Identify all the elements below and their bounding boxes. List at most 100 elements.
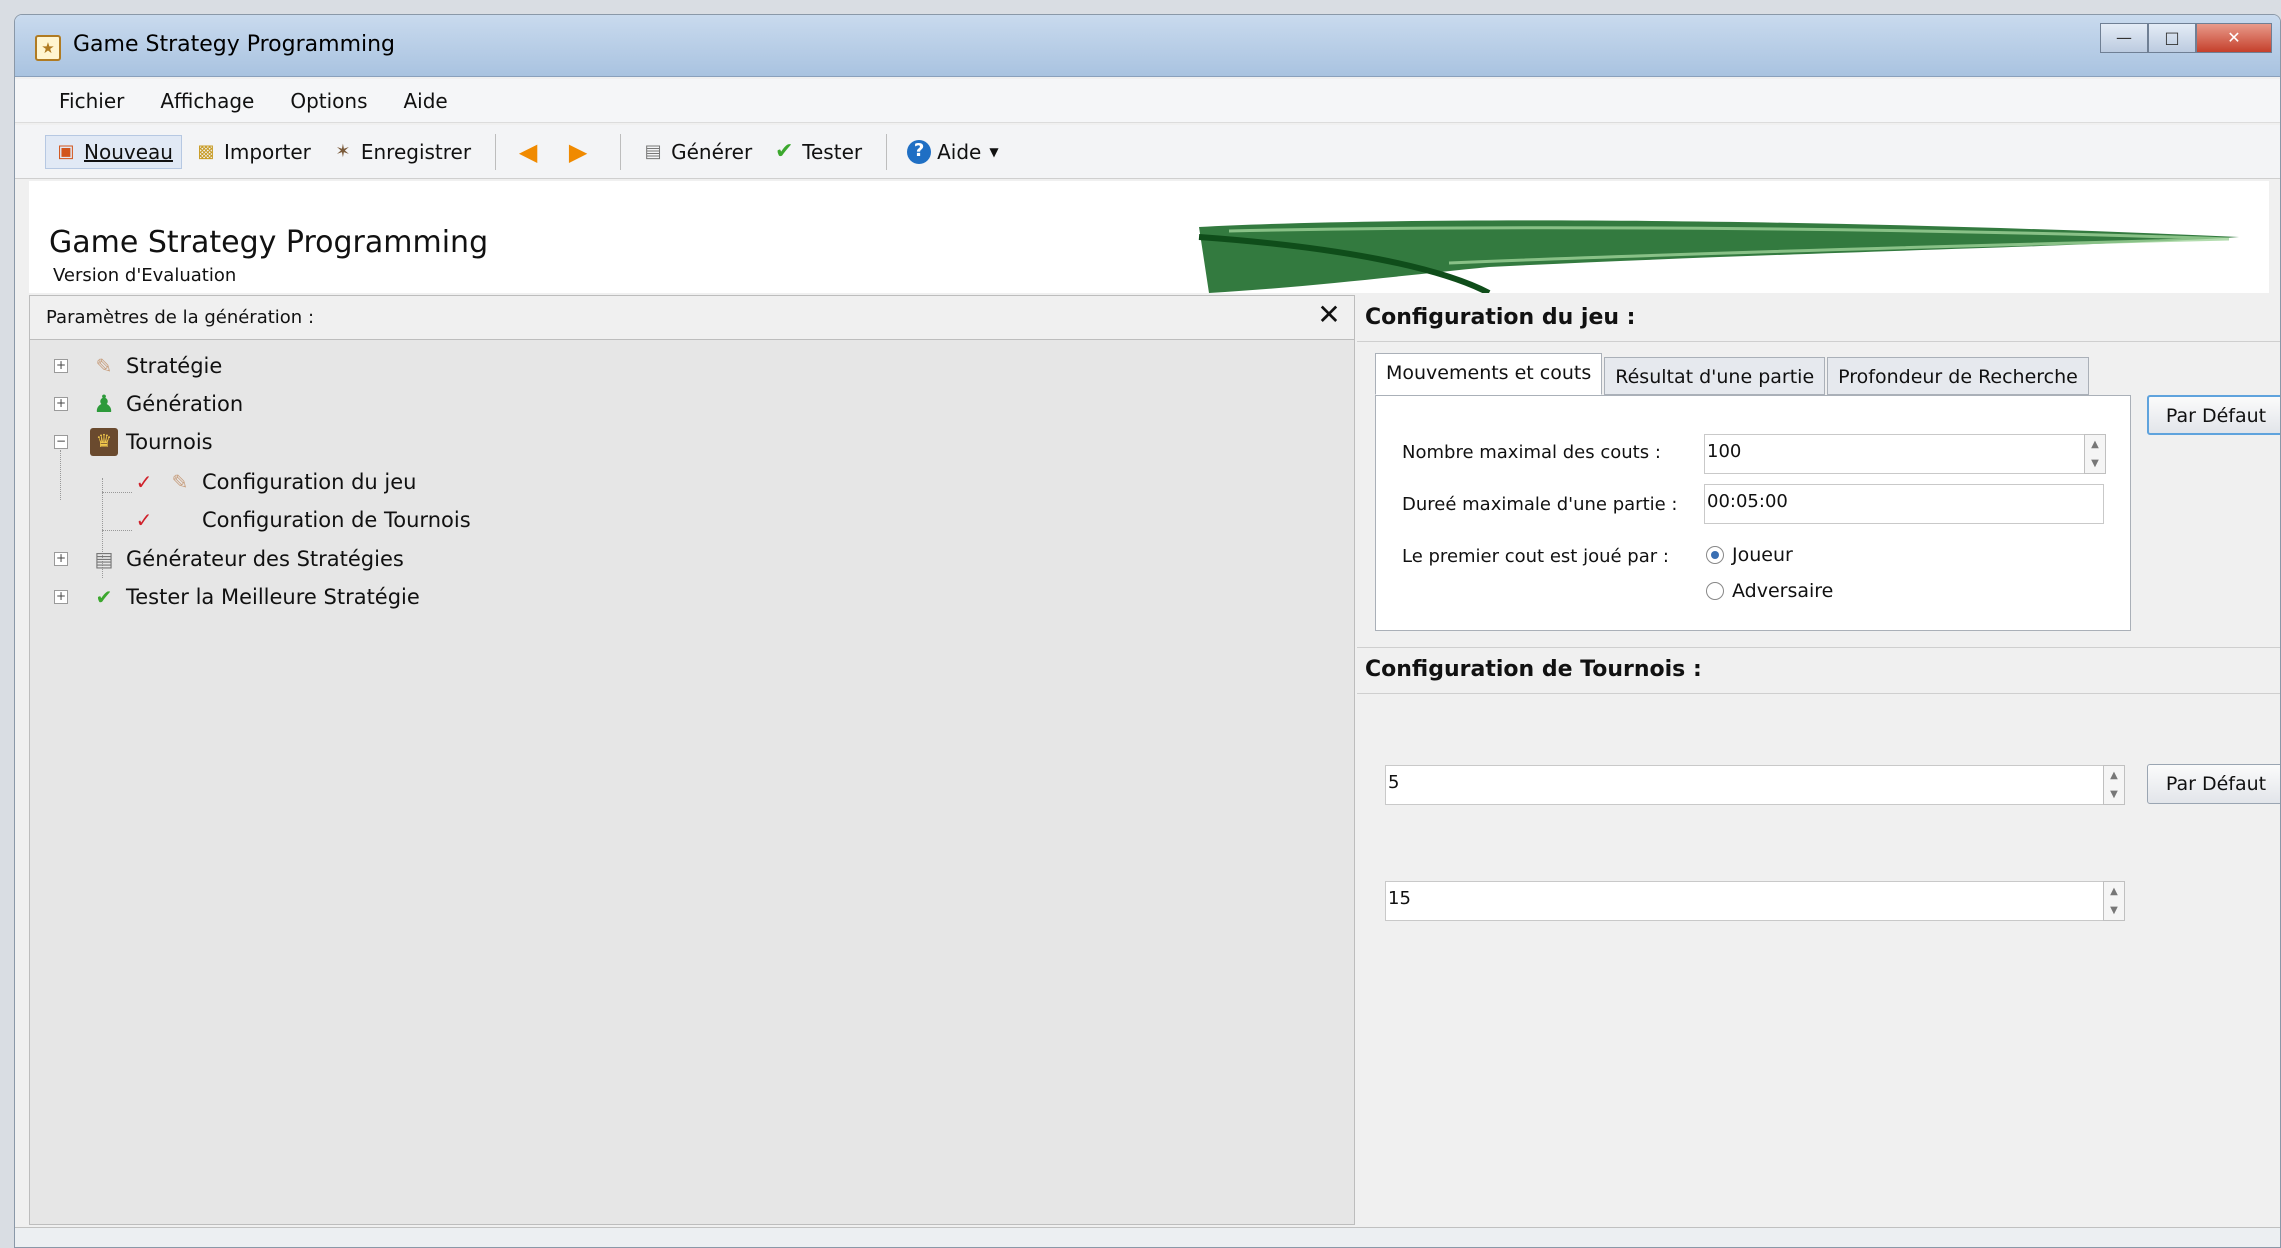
tournament-value-2-spinner[interactable]: ▲ ▼ [2103, 881, 2125, 921]
importer-label: Importer [223, 139, 311, 164]
divider [1357, 647, 2280, 648]
title-bar: ★ Game Strategy Programming — □ ✕ [15, 15, 2280, 77]
close-panel-icon[interactable]: ✕ [1312, 298, 1346, 331]
tournament-value-1-spinner[interactable]: ▲ ▼ [2103, 765, 2125, 805]
banner-subtitle: Version d'Evaluation [53, 265, 237, 286]
tester-button[interactable]: ✔ Tester [764, 136, 870, 168]
expand-toggle-icon[interactable]: + [54, 552, 68, 566]
radio-adversaire-label: Adversaire [1732, 580, 1834, 602]
tree-item-label: Génération [126, 392, 244, 416]
arrow-left-icon: ◀ [518, 137, 538, 166]
aide-button[interactable]: ? Aide ▼ [899, 136, 1006, 168]
enregistrer-label: Enregistrer [360, 139, 472, 164]
expand-toggle-icon[interactable]: + [54, 397, 68, 411]
tab-mouvements-et-couts[interactable]: Mouvements et couts [1375, 353, 1603, 395]
collapse-toggle-icon[interactable]: − [54, 435, 68, 449]
pencil-icon: ✎ [95, 354, 113, 378]
blank-icon [166, 506, 194, 534]
toolbar: ▣ Nouveau ▩ Importer ✶ Enregistrer ◀ ▶ ▤… [15, 125, 2280, 179]
generation-parameters-panel: Paramètres de la génération : ✕ + ✎ Stra… [29, 295, 1355, 1225]
generator-icon: ▤ [94, 547, 114, 571]
nouveau-button[interactable]: ▣ Nouveau [45, 134, 182, 169]
green-check-icon: ✔ [95, 585, 113, 609]
back-button[interactable]: ◀ [508, 137, 554, 167]
checkmark-icon: ✔ [774, 138, 794, 164]
expand-toggle-icon[interactable]: + [54, 359, 68, 373]
pencil-icon: ✎ [171, 470, 189, 494]
banner-logo [1198, 220, 2239, 293]
tournament-default-button[interactable]: Par Défaut [2147, 764, 2280, 804]
moves-settings-panel: Nombre maximal des couts : 100 ▲ ▼ Dureé… [1375, 395, 2131, 631]
tree-item-tester-la-meilleure-strategie[interactable]: ✔ Tester la Meilleure Stratégie [90, 579, 420, 615]
save-icon: ✶ [335, 140, 351, 162]
menu-aide[interactable]: Aide [392, 85, 460, 117]
menu-bar: Fichier Affichage Options Aide [15, 79, 2280, 123]
maximize-icon[interactable]: □ [2148, 23, 2196, 53]
tab-profondeur-de-recherche[interactable]: Profondeur de Recherche [1827, 357, 2089, 395]
spin-down-icon[interactable]: ▼ [2104, 785, 2124, 804]
tree-item-tournois[interactable]: ♛ Tournois [90, 424, 213, 460]
radio-joueur[interactable]: Joueur [1706, 544, 1793, 566]
minimize-icon[interactable]: — [2100, 23, 2148, 53]
window-controls: — □ ✕ [2100, 23, 2272, 53]
red-check-icon: ✓ [135, 508, 153, 532]
forward-button[interactable]: ▶ [558, 137, 604, 167]
tree-item-label: Configuration de Tournois [202, 508, 471, 532]
tree-item-generation[interactable]: ♟ Génération [90, 386, 243, 422]
tree-item-label: Tournois [126, 430, 213, 454]
tree-connector [102, 530, 132, 531]
generer-label: Générer [671, 139, 753, 164]
tournament-config-title: Configuration de Tournois : [1365, 657, 1702, 682]
trophy-icon: ♛ [90, 428, 118, 456]
tree-connector [102, 492, 132, 493]
game-default-button[interactable]: Par Défaut [2147, 395, 2280, 435]
menu-fichier[interactable]: Fichier [47, 85, 136, 117]
first-move-label: Le premier cout est joué par : [1402, 546, 1669, 567]
generer-button[interactable]: ▤ Générer [633, 136, 760, 168]
spin-up-icon[interactable]: ▲ [2104, 766, 2124, 785]
arrow-right-icon: ▶ [568, 137, 588, 166]
game-config-title: Configuration du jeu : [1365, 305, 1636, 330]
tree-connector [60, 450, 61, 500]
enregistrer-button[interactable]: ✶ Enregistrer [323, 136, 479, 168]
user-icon: ♟ [93, 390, 115, 418]
max-moves-label: Nombre maximal des couts : [1402, 442, 1661, 463]
divider [1357, 693, 2280, 694]
radio-joueur-label: Joueur [1732, 544, 1793, 566]
expand-toggle-icon[interactable]: + [54, 590, 68, 604]
toolbar-separator [620, 133, 622, 170]
aide-label: Aide [937, 139, 982, 164]
tree-item-configuration-du-jeu[interactable]: ✓ ✎ Configuration du jeu [130, 464, 417, 500]
import-icon: ▩ [197, 140, 215, 162]
spin-down-icon[interactable]: ▼ [2104, 901, 2124, 920]
help-icon: ? [907, 139, 932, 164]
max-duration-field[interactable]: 00:05:00 [1704, 484, 2104, 524]
radio-adversaire[interactable]: Adversaire [1706, 580, 1833, 602]
generate-icon: ▤ [644, 140, 662, 162]
menu-affichage[interactable]: Affichage [148, 85, 266, 117]
importer-button[interactable]: ▩ Importer [186, 136, 319, 168]
max-moves-spinner[interactable]: ▲ ▼ [2084, 434, 2106, 474]
close-icon[interactable]: ✕ [2196, 23, 2272, 53]
max-moves-field[interactable]: 100 [1704, 434, 2084, 474]
spin-down-icon[interactable]: ▼ [2085, 454, 2105, 473]
spin-up-icon[interactable]: ▲ [2104, 882, 2124, 901]
dropdown-arrow-icon: ▼ [989, 144, 999, 159]
tree-item-label: Générateur des Stratégies [126, 547, 404, 571]
app-banner: Game Strategy Programming Version d'Eval… [29, 181, 2269, 293]
tree-item-strategie[interactable]: ✎ Stratégie [90, 348, 223, 384]
radio-selected-icon [1706, 546, 1724, 564]
spin-up-icon[interactable]: ▲ [2085, 435, 2105, 454]
menu-options[interactable]: Options [278, 85, 379, 117]
configuration-panel: Configuration du jeu : Mouvements et cou… [1357, 295, 2280, 1225]
max-duration-label: Dureé maximale d'une partie : [1402, 494, 1678, 515]
tab-resultat-d-une-partie[interactable]: Résultat d'une partie [1604, 357, 1826, 395]
tournament-value-2-field[interactable]: 15 [1385, 881, 2103, 921]
tester-label: Tester [802, 139, 863, 164]
tournament-value-1-field[interactable]: 5 [1385, 765, 2103, 805]
app-icon: ★ [35, 35, 61, 61]
red-check-icon: ✓ [135, 470, 153, 494]
tree-item-generateur-des-strategies[interactable]: ▤ Générateur des Stratégies [90, 541, 404, 577]
panel-title: Paramètres de la génération : [46, 307, 315, 328]
tree-item-configuration-de-tournois[interactable]: ✓ Configuration de Tournois [130, 502, 471, 538]
